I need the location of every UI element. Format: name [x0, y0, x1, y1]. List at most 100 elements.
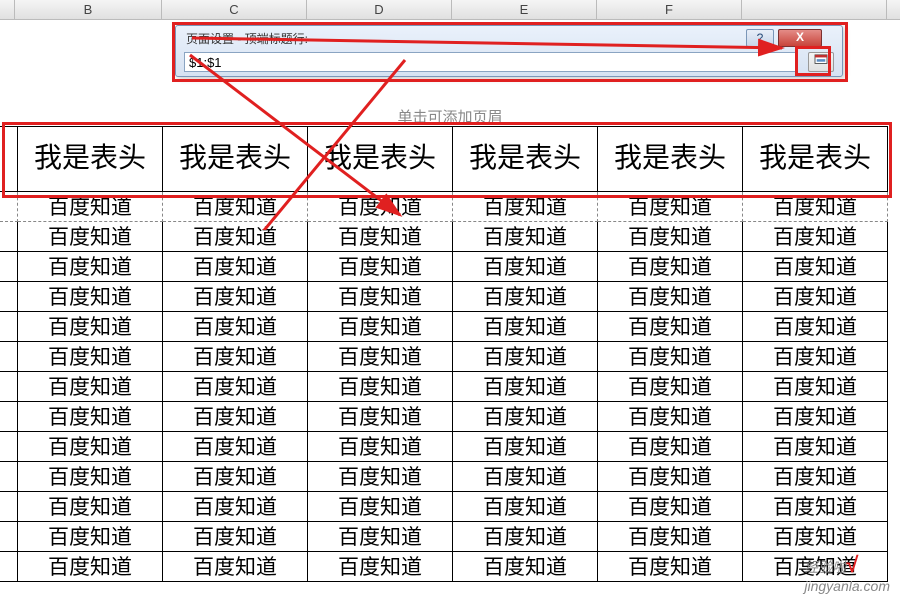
- data-cell[interactable]: 百度知道: [308, 402, 453, 432]
- column-header-C[interactable]: C: [162, 0, 307, 19]
- data-cell[interactable]: 百度知道: [598, 252, 743, 282]
- data-cell[interactable]: 百度知道: [308, 222, 453, 252]
- data-cell[interactable]: 百度知道: [453, 492, 598, 522]
- column-header-D[interactable]: D: [307, 0, 452, 19]
- data-cell[interactable]: 百度知道: [598, 402, 743, 432]
- data-cell[interactable]: 百度知道: [308, 282, 453, 312]
- collapse-dialog-button[interactable]: [808, 52, 834, 72]
- data-cell[interactable]: 百度知道: [163, 492, 308, 522]
- row-header-gutter: [0, 0, 15, 19]
- data-cell[interactable]: 百度知道: [18, 432, 163, 462]
- data-cell[interactable]: 百度知道: [598, 342, 743, 372]
- data-cell[interactable]: 百度知道: [453, 252, 598, 282]
- column-header-E[interactable]: E: [452, 0, 597, 19]
- data-cell[interactable]: 百度知道: [18, 492, 163, 522]
- dialog-close-button[interactable]: X: [778, 29, 822, 47]
- row-gutter: [0, 312, 18, 342]
- data-cell[interactable]: 百度知道: [308, 312, 453, 342]
- data-cell[interactable]: 百度知道: [598, 492, 743, 522]
- data-cell[interactable]: 百度知道: [743, 192, 888, 222]
- data-cell[interactable]: 百度知道: [163, 222, 308, 252]
- data-cell[interactable]: 百度知道: [598, 312, 743, 342]
- data-cell[interactable]: 百度知道: [18, 522, 163, 552]
- data-cell[interactable]: 百度知道: [453, 222, 598, 252]
- data-cell[interactable]: 百度知道: [453, 402, 598, 432]
- header-cell[interactable]: 我是表头: [308, 126, 453, 192]
- data-cell[interactable]: 百度知道: [743, 432, 888, 462]
- data-cell[interactable]: 百度知道: [453, 372, 598, 402]
- data-cell[interactable]: 百度知道: [18, 552, 163, 582]
- data-cell[interactable]: 百度知道: [743, 282, 888, 312]
- data-cell[interactable]: 百度知道: [18, 402, 163, 432]
- data-cell[interactable]: 百度知道: [453, 432, 598, 462]
- data-cell[interactable]: 百度知道: [163, 552, 308, 582]
- data-cell[interactable]: 百度知道: [18, 252, 163, 282]
- data-cell[interactable]: 百度知道: [163, 462, 308, 492]
- data-cell[interactable]: 百度知道: [743, 342, 888, 372]
- data-cell[interactable]: 百度知道: [598, 222, 743, 252]
- column-header-F[interactable]: F: [597, 0, 742, 19]
- data-cell[interactable]: 百度知道: [598, 192, 743, 222]
- data-cell[interactable]: 百度知道: [18, 222, 163, 252]
- title-rows-input[interactable]: [184, 52, 796, 72]
- data-cell[interactable]: 百度知道: [743, 402, 888, 432]
- data-cell[interactable]: 百度知道: [598, 522, 743, 552]
- data-cell[interactable]: 百度知道: [598, 372, 743, 402]
- data-cell[interactable]: 百度知道: [743, 492, 888, 522]
- data-cell[interactable]: 百度知道: [308, 252, 453, 282]
- data-cell[interactable]: 百度知道: [308, 552, 453, 582]
- data-cell[interactable]: 百度知道: [18, 312, 163, 342]
- data-cell[interactable]: 百度知道: [163, 252, 308, 282]
- data-cell[interactable]: 百度知道: [163, 342, 308, 372]
- table-row: 百度知道 百度知道 百度知道 百度知道 百度知道 百度知道: [0, 252, 900, 282]
- row-gutter: [0, 402, 18, 432]
- data-cell[interactable]: 百度知道: [308, 492, 453, 522]
- data-cell[interactable]: 百度知道: [743, 312, 888, 342]
- data-cell[interactable]: 百度知道: [308, 372, 453, 402]
- data-cell[interactable]: 百度知道: [453, 312, 598, 342]
- dialog-help-button[interactable]: ?: [746, 29, 774, 47]
- table-row: 百度知道 百度知道 百度知道 百度知道 百度知道 百度知道: [0, 282, 900, 312]
- header-cell[interactable]: 我是表头: [743, 126, 888, 192]
- data-cell[interactable]: 百度知道: [453, 522, 598, 552]
- data-cell[interactable]: 百度知道: [163, 432, 308, 462]
- data-cell[interactable]: 百度知道: [163, 192, 308, 222]
- data-cell[interactable]: 百度知道: [163, 402, 308, 432]
- header-cell[interactable]: 我是表头: [163, 126, 308, 192]
- data-cell[interactable]: 百度知道: [453, 462, 598, 492]
- data-cell[interactable]: 百度知道: [308, 342, 453, 372]
- data-cell[interactable]: 百度知道: [163, 282, 308, 312]
- data-cell[interactable]: 百度知道: [308, 432, 453, 462]
- data-cell[interactable]: 百度知道: [598, 462, 743, 492]
- data-cell[interactable]: 百度知道: [163, 522, 308, 552]
- data-cell[interactable]: 百度知道: [743, 372, 888, 402]
- data-cell[interactable]: 百度知道: [163, 312, 308, 342]
- data-cell[interactable]: 百度知道: [308, 462, 453, 492]
- data-cell[interactable]: 百度知道: [18, 462, 163, 492]
- header-gutter: [0, 126, 18, 192]
- data-cell[interactable]: 百度知道: [598, 282, 743, 312]
- data-cell[interactable]: 百度知道: [453, 552, 598, 582]
- data-cell[interactable]: 百度知道: [743, 222, 888, 252]
- data-cell[interactable]: 百度知道: [163, 372, 308, 402]
- header-cell[interactable]: 我是表头: [598, 126, 743, 192]
- data-cell[interactable]: 百度知道: [453, 342, 598, 372]
- column-header-G[interactable]: [742, 0, 887, 19]
- data-cell[interactable]: 百度知道: [743, 462, 888, 492]
- data-cell[interactable]: 百度知道: [743, 252, 888, 282]
- data-cell[interactable]: 百度知道: [18, 282, 163, 312]
- data-cell[interactable]: 百度知道: [453, 192, 598, 222]
- data-cell[interactable]: 百度知道: [598, 432, 743, 462]
- data-cell[interactable]: 百度知道: [18, 372, 163, 402]
- data-cell[interactable]: 百度知道: [308, 192, 453, 222]
- data-cell[interactable]: 百度知道: [598, 552, 743, 582]
- header-cell[interactable]: 我是表头: [453, 126, 598, 192]
- column-header-B[interactable]: B: [15, 0, 162, 19]
- data-cell[interactable]: 百度知道: [308, 522, 453, 552]
- data-cell[interactable]: 百度知道: [453, 282, 598, 312]
- header-cell[interactable]: 我是表头: [18, 126, 163, 192]
- data-cell[interactable]: 百度知道: [18, 192, 163, 222]
- data-cell[interactable]: 百度知道: [743, 522, 888, 552]
- page-header-hint[interactable]: 单击可添加页眉: [0, 106, 900, 127]
- data-cell[interactable]: 百度知道: [18, 342, 163, 372]
